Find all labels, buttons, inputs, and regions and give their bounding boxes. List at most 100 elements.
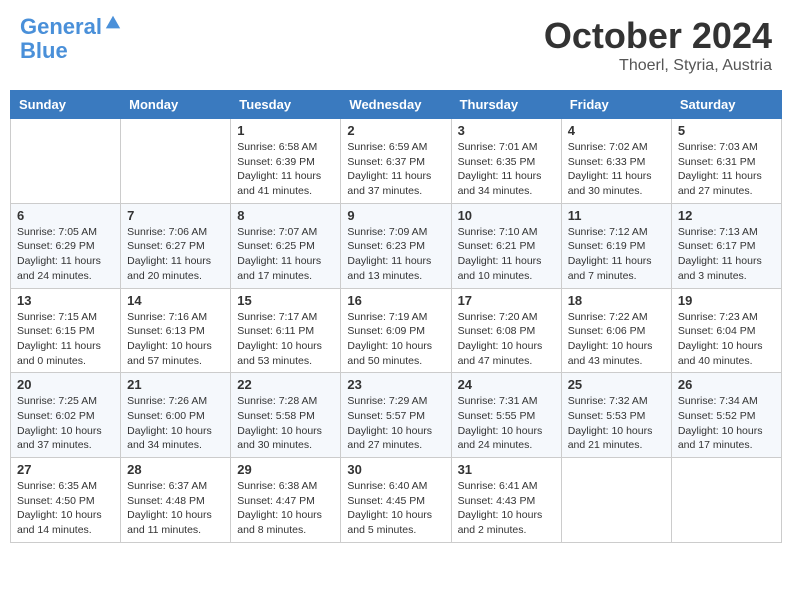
calendar-cell: 25Sunrise: 7:32 AM Sunset: 5:53 PM Dayli…: [561, 373, 671, 458]
calendar-cell: 20 Sunrise: 7:25 AM Sunset: 6:02 PM Dayli…: [11, 373, 121, 458]
day-info: Sunrise: 7:09 AM Sunset: 6:23 PM Dayligh…: [347, 225, 444, 284]
day-info: Sunrise: 7:06 AM Sunset: 6:27 PM Dayligh…: [127, 225, 224, 284]
day-info: Sunrise: 7:10 AM Sunset: 6:21 PM Dayligh…: [458, 225, 555, 284]
day-info: Sunrise: 7:13 AM Sunset: 6:17 PM Dayligh…: [678, 225, 775, 284]
calendar-cell: 16 Sunrise: 7:19 AM Sunset: 6:09 PM Dayli…: [341, 288, 451, 373]
month-title: October 2024: [544, 15, 772, 57]
calendar-cell: 11 Sunrise: 7:12 AM Sunset: 6:19 PM Dayli…: [561, 203, 671, 288]
day-number: 17: [458, 293, 555, 308]
calendar-cell: 3 Sunrise: 7:01 AM Sunset: 6:35 PM Daylig…: [451, 119, 561, 204]
day-number: 18: [568, 293, 665, 308]
day-number: 16: [347, 293, 444, 308]
weekday-header: Sunday: [11, 91, 121, 119]
calendar-cell: 19 Sunrise: 7:23 AM Sunset: 6:04 PM Dayli…: [671, 288, 781, 373]
weekday-header: Thursday: [451, 91, 561, 119]
weekday-header-row: SundayMondayTuesdayWednesdayThursdayFrid…: [11, 91, 782, 119]
day-info: Sunrise: 7:26 AM Sunset: 6:00 PM Dayligh…: [127, 394, 224, 453]
day-info: Sunrise: 6:41 AM Sunset: 4:43 PM Dayligh…: [458, 479, 555, 538]
day-number: 22: [237, 377, 334, 392]
day-info: Sunrise: 7:17 AM Sunset: 6:11 PM Dayligh…: [237, 310, 334, 369]
day-info: Sunrise: 7:12 AM Sunset: 6:19 PM Dayligh…: [568, 225, 665, 284]
day-number: 2: [347, 123, 444, 138]
calendar-cell: 12 Sunrise: 7:13 AM Sunset: 6:17 PM Dayli…: [671, 203, 781, 288]
day-info: Sunrise: 7:31 AM Sunset: 5:55 PM Dayligh…: [458, 394, 555, 453]
day-info: Sunrise: 7:28 AM Sunset: 5:58 PM Dayligh…: [237, 394, 334, 453]
calendar-cell: 15Sunrise: 7:17 AM Sunset: 6:11 PM Dayli…: [231, 288, 341, 373]
calendar-cell: 29 Sunrise: 6:38 AM Sunset: 4:47 PM Dayli…: [231, 458, 341, 543]
day-number: 23: [347, 377, 444, 392]
day-info: Sunrise: 7:34 AM Sunset: 5:52 PM Dayligh…: [678, 394, 775, 453]
day-number: 5: [678, 123, 775, 138]
day-info: Sunrise: 7:15 AM Sunset: 6:15 PM Dayligh…: [17, 310, 114, 369]
weekday-header: Saturday: [671, 91, 781, 119]
logo-icon: [104, 14, 122, 32]
day-number: 29: [237, 462, 334, 477]
day-number: 27: [17, 462, 114, 477]
day-info: Sunrise: 6:59 AM Sunset: 6:37 PM Dayligh…: [347, 140, 444, 199]
day-number: 30: [347, 462, 444, 477]
calendar-cell: [671, 458, 781, 543]
logo-subtext: Blue: [20, 39, 68, 63]
title-block: October 2024 Thoerl, Styria, Austria: [544, 15, 772, 75]
logo-text: General: [20, 15, 102, 39]
weekday-header: Friday: [561, 91, 671, 119]
calendar-cell: 27 Sunrise: 6:35 AM Sunset: 4:50 PM Dayli…: [11, 458, 121, 543]
day-info: Sunrise: 7:07 AM Sunset: 6:25 PM Dayligh…: [237, 225, 334, 284]
day-number: 8: [237, 208, 334, 223]
calendar-cell: 30Sunrise: 6:40 AM Sunset: 4:45 PM Dayli…: [341, 458, 451, 543]
calendar-cell: 7Sunrise: 7:06 AM Sunset: 6:27 PM Daylig…: [121, 203, 231, 288]
day-info: Sunrise: 7:25 AM Sunset: 6:02 PM Dayligh…: [17, 394, 114, 453]
day-info: Sunrise: 7:23 AM Sunset: 6:04 PM Dayligh…: [678, 310, 775, 369]
calendar-week-row: 6 Sunrise: 7:05 AM Sunset: 6:29 PM Daylig…: [11, 203, 782, 288]
calendar-cell: 8 Sunrise: 7:07 AM Sunset: 6:25 PM Daylig…: [231, 203, 341, 288]
day-number: 9: [347, 208, 444, 223]
day-number: 1: [237, 123, 334, 138]
day-info: Sunrise: 6:37 AM Sunset: 4:48 PM Dayligh…: [127, 479, 224, 538]
calendar-week-row: 13 Sunrise: 7:15 AM Sunset: 6:15 PM Dayli…: [11, 288, 782, 373]
day-number: 13: [17, 293, 114, 308]
day-number: 26: [678, 377, 775, 392]
day-number: 6: [17, 208, 114, 223]
calendar-cell: 9 Sunrise: 7:09 AM Sunset: 6:23 PM Daylig…: [341, 203, 451, 288]
calendar-cell: 17 Sunrise: 7:20 AM Sunset: 6:08 PM Dayli…: [451, 288, 561, 373]
day-info: Sunrise: 7:20 AM Sunset: 6:08 PM Dayligh…: [458, 310, 555, 369]
day-info: Sunrise: 6:38 AM Sunset: 4:47 PM Dayligh…: [237, 479, 334, 538]
day-number: 28: [127, 462, 224, 477]
calendar-cell: 14Sunrise: 7:16 AM Sunset: 6:13 PM Dayli…: [121, 288, 231, 373]
day-info: Sunrise: 7:19 AM Sunset: 6:09 PM Dayligh…: [347, 310, 444, 369]
calendar-cell: 4 Sunrise: 7:02 AM Sunset: 6:33 PM Daylig…: [561, 119, 671, 204]
day-number: 19: [678, 293, 775, 308]
calendar-table: SundayMondayTuesdayWednesdayThursdayFrid…: [10, 90, 782, 543]
day-number: 24: [458, 377, 555, 392]
weekday-header: Wednesday: [341, 91, 451, 119]
day-info: Sunrise: 6:35 AM Sunset: 4:50 PM Dayligh…: [17, 479, 114, 538]
day-info: Sunrise: 7:02 AM Sunset: 6:33 PM Dayligh…: [568, 140, 665, 199]
calendar-cell: 2 Sunrise: 6:59 AM Sunset: 6:37 PM Daylig…: [341, 119, 451, 204]
logo: General Blue: [20, 15, 122, 63]
location: Thoerl, Styria, Austria: [544, 57, 772, 75]
calendar-cell: 6 Sunrise: 7:05 AM Sunset: 6:29 PM Daylig…: [11, 203, 121, 288]
day-number: 21: [127, 377, 224, 392]
day-number: 4: [568, 123, 665, 138]
day-info: Sunrise: 7:29 AM Sunset: 5:57 PM Dayligh…: [347, 394, 444, 453]
page-header: General Blue October 2024 Thoerl, Styria…: [10, 10, 782, 80]
calendar-cell: 1Sunrise: 6:58 AM Sunset: 6:39 PM Daylig…: [231, 119, 341, 204]
day-info: Sunrise: 7:01 AM Sunset: 6:35 PM Dayligh…: [458, 140, 555, 199]
day-number: 3: [458, 123, 555, 138]
weekday-header: Monday: [121, 91, 231, 119]
day-info: Sunrise: 7:22 AM Sunset: 6:06 PM Dayligh…: [568, 310, 665, 369]
calendar-cell: [11, 119, 121, 204]
calendar-cell: 26 Sunrise: 7:34 AM Sunset: 5:52 PM Dayli…: [671, 373, 781, 458]
day-number: 11: [568, 208, 665, 223]
weekday-header: Tuesday: [231, 91, 341, 119]
day-number: 12: [678, 208, 775, 223]
calendar-cell: 22 Sunrise: 7:28 AM Sunset: 5:58 PM Dayli…: [231, 373, 341, 458]
day-info: Sunrise: 7:32 AM Sunset: 5:53 PM Dayligh…: [568, 394, 665, 453]
calendar-cell: 18 Sunrise: 7:22 AM Sunset: 6:06 PM Dayli…: [561, 288, 671, 373]
day-info: Sunrise: 7:03 AM Sunset: 6:31 PM Dayligh…: [678, 140, 775, 199]
calendar-cell: 13 Sunrise: 7:15 AM Sunset: 6:15 PM Dayli…: [11, 288, 121, 373]
day-number: 20: [17, 377, 114, 392]
calendar-cell: 31Sunrise: 6:41 AM Sunset: 4:43 PM Dayli…: [451, 458, 561, 543]
day-info: Sunrise: 7:05 AM Sunset: 6:29 PM Dayligh…: [17, 225, 114, 284]
calendar-week-row: 20 Sunrise: 7:25 AM Sunset: 6:02 PM Dayli…: [11, 373, 782, 458]
